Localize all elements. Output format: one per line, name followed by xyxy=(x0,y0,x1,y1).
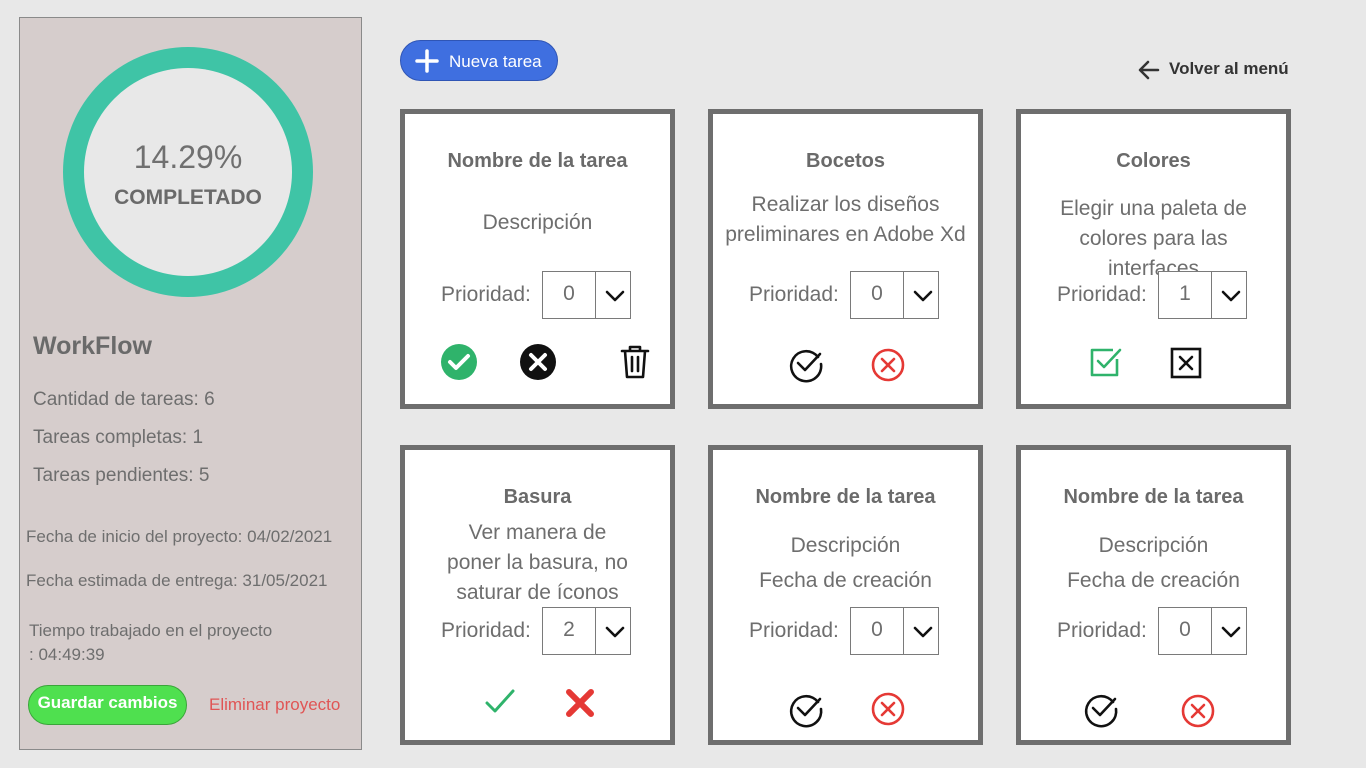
priority-value: 0 xyxy=(871,618,883,641)
task-title: Nombre de la tarea xyxy=(755,486,936,508)
trash-icon[interactable] xyxy=(616,343,654,381)
progress-ring: 14.29% COMPLETADO xyxy=(63,47,313,297)
chevron-down-icon[interactable] xyxy=(604,286,626,306)
checkbox-checked-icon[interactable] xyxy=(1087,343,1125,381)
priority-value: 1 xyxy=(1179,282,1191,305)
task-description-line: saturar de íconos xyxy=(456,581,619,604)
chevron-down-icon[interactable] xyxy=(1220,286,1242,306)
cancel-circle-icon[interactable] xyxy=(1179,692,1217,730)
check-circle-icon[interactable] xyxy=(787,345,825,383)
task-created-date: Fecha de creación xyxy=(759,569,932,592)
task-title: Colores xyxy=(1116,150,1191,172)
priority-select[interactable]: 0 xyxy=(542,271,631,319)
time-worked-label: Tiempo trabajado en el proyecto xyxy=(29,621,273,640)
task-title: Basura xyxy=(503,486,572,508)
priority-value: 0 xyxy=(1179,618,1191,641)
task-description-line: poner la basura, no xyxy=(447,551,628,574)
project-sidebar: 14.29% COMPLETADO WorkFlow Cantidad de t… xyxy=(19,17,362,750)
task-card: Nombre de la tarea Descripción Fecha de … xyxy=(1016,445,1291,745)
priority-select[interactable]: 2 xyxy=(542,607,631,655)
priority-value: 0 xyxy=(563,282,575,305)
priority-divider xyxy=(595,272,596,318)
priority-select[interactable]: 1 xyxy=(1158,271,1247,319)
priority-label: Prioridad: xyxy=(749,619,839,642)
task-description: Descripción xyxy=(790,534,901,557)
task-description-line: Elegir una paleta de xyxy=(1060,197,1247,220)
priority-value: 2 xyxy=(563,618,575,641)
time-worked: Tiempo trabajado en el proyecto : 04:49:… xyxy=(29,619,272,667)
close-icon[interactable] xyxy=(561,684,599,722)
total-tasks: Cantidad de tareas: 6 xyxy=(33,389,215,410)
chevron-down-icon[interactable] xyxy=(912,622,934,642)
priority-label: Prioridad: xyxy=(441,619,531,642)
check-circle-icon[interactable] xyxy=(787,690,825,728)
cancel-circle-icon[interactable] xyxy=(869,346,907,384)
save-changes-button[interactable]: Guardar cambios xyxy=(28,685,187,725)
chevron-down-icon[interactable] xyxy=(912,286,934,306)
priority-value: 0 xyxy=(871,282,883,305)
new-task-label: Nueva tarea xyxy=(449,52,542,71)
task-description-line: Ver manera de xyxy=(468,521,607,544)
task-card: Colores Elegir una paleta de colores par… xyxy=(1016,109,1291,409)
task-title: Nombre de la tarea xyxy=(447,150,628,172)
chevron-down-icon[interactable] xyxy=(604,622,626,642)
priority-divider xyxy=(1211,608,1212,654)
priority-select[interactable]: 0 xyxy=(1158,607,1247,655)
complete-check-icon[interactable] xyxy=(440,343,478,381)
priority-select[interactable]: 0 xyxy=(850,271,939,319)
task-title: Nombre de la tarea xyxy=(1063,486,1244,508)
due-date: Fecha estimada de entrega: 31/05/2021 xyxy=(26,571,328,590)
task-card: Nombre de la tarea Descripción Prioridad… xyxy=(400,109,675,409)
checkmark-icon[interactable] xyxy=(481,683,519,721)
task-card: Nombre de la tarea Descripción Fecha de … xyxy=(708,445,983,745)
cancel-x-icon[interactable] xyxy=(519,343,557,381)
priority-label: Prioridad: xyxy=(441,283,531,306)
chevron-down-icon[interactable] xyxy=(1220,622,1242,642)
close-square-icon[interactable] xyxy=(1167,344,1205,382)
priority-divider xyxy=(1211,272,1212,318)
completed-tasks: Tareas completas: 1 xyxy=(33,427,204,448)
priority-label: Prioridad: xyxy=(1057,283,1147,306)
start-date: Fecha de inicio del proyecto: 04/02/2021 xyxy=(26,527,333,546)
task-description-line: Realizar los diseños xyxy=(751,193,940,216)
task-title: Bocetos xyxy=(806,150,885,172)
priority-divider xyxy=(903,272,904,318)
check-circle-icon[interactable] xyxy=(1082,690,1120,728)
priority-divider xyxy=(903,608,904,654)
priority-label: Prioridad: xyxy=(749,283,839,306)
task-description: Descripción xyxy=(482,211,593,234)
back-to-menu-label: Volver al menú xyxy=(1169,59,1289,78)
delete-project-link[interactable]: Eliminar proyecto xyxy=(209,695,340,715)
project-name: WorkFlow xyxy=(33,332,152,360)
cancel-circle-icon[interactable] xyxy=(869,690,907,728)
arrow-left-icon xyxy=(1138,60,1160,80)
priority-divider xyxy=(595,608,596,654)
progress-percent: 14.29% xyxy=(133,139,243,175)
priority-label: Prioridad: xyxy=(1057,619,1147,642)
pending-tasks: Tareas pendientes: 5 xyxy=(33,465,210,486)
progress-label: COMPLETADO xyxy=(114,186,262,209)
task-created-date: Fecha de creación xyxy=(1067,569,1240,592)
new-task-button[interactable]: Nueva tarea xyxy=(400,40,558,81)
task-card: Basura Ver manera de poner la basura, no… xyxy=(400,445,675,745)
priority-select[interactable]: 0 xyxy=(850,607,939,655)
task-description: Descripción xyxy=(1098,534,1209,557)
task-description-line: preliminares en Adobe Xd xyxy=(725,223,966,246)
time-worked-value: : 04:49:39 xyxy=(29,645,105,664)
plus-icon xyxy=(415,49,439,73)
task-card: Bocetos Realizar los diseños preliminare… xyxy=(708,109,983,409)
